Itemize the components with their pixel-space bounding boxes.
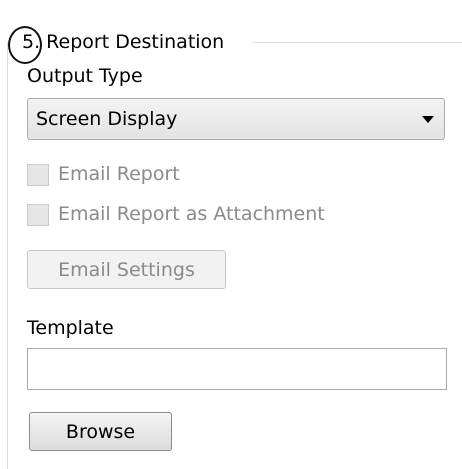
- email-attachment-label: Email Report as Attachment: [58, 203, 325, 225]
- email-report-label: Email Report: [58, 163, 180, 185]
- output-type-selected-value: Screen Display: [36, 108, 178, 130]
- group-box-top-border: [252, 42, 462, 43]
- section-title: 5. Report Destination: [22, 30, 231, 54]
- output-type-dropdown[interactable]: Screen Display: [27, 98, 445, 140]
- group-box-left-border: [7, 42, 8, 469]
- email-attachment-checkbox[interactable]: [27, 204, 49, 226]
- step-number-highlight-circle: [8, 26, 42, 64]
- chevron-down-icon: [422, 116, 434, 123]
- output-type-label: Output Type: [27, 65, 143, 87]
- browse-button[interactable]: Browse: [29, 412, 172, 451]
- email-report-checkbox[interactable]: [27, 164, 49, 186]
- email-settings-button[interactable]: Email Settings: [27, 250, 226, 289]
- template-label: Template: [27, 317, 114, 339]
- template-input[interactable]: [27, 348, 447, 390]
